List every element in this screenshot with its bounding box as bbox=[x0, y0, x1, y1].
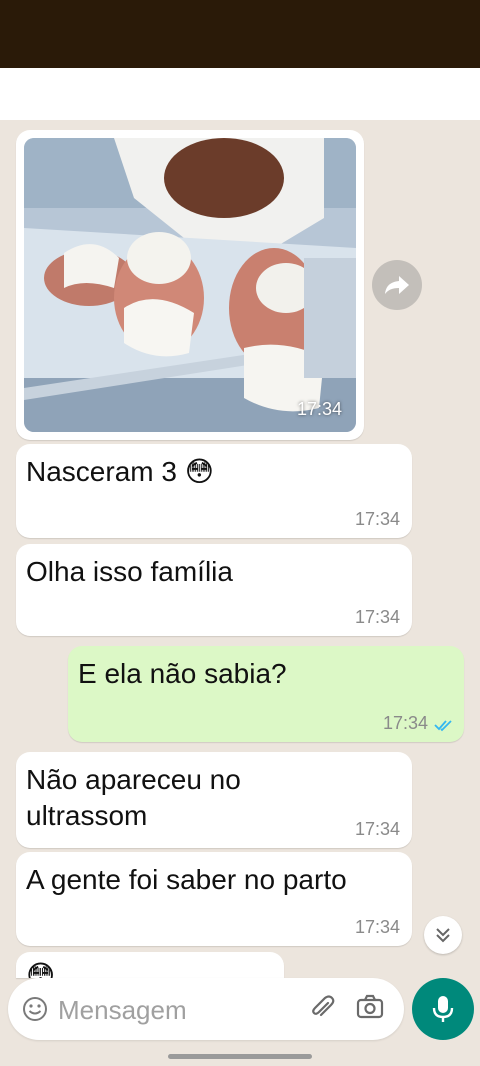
scroll-down-icon bbox=[436, 928, 450, 943]
message-text: 😳 bbox=[26, 960, 56, 978]
message-text: E ela não sabia? bbox=[78, 658, 287, 689]
voice-message-button[interactable] bbox=[412, 978, 474, 1040]
message-text: Não apareceu no ultrassom bbox=[26, 764, 241, 831]
message-time: 17:34 bbox=[354, 509, 400, 529]
image-message[interactable]: 17:34 bbox=[16, 130, 364, 440]
previous-message-area bbox=[0, 68, 480, 120]
message-bubble-incoming[interactable]: Nasceram 3 😳 17:34 bbox=[16, 444, 412, 538]
forward-icon bbox=[385, 276, 409, 294]
message-text: Nasceram 3 😳 bbox=[26, 456, 214, 487]
message-bubble-outgoing[interactable]: E ela não sabia? 17:34 bbox=[68, 646, 464, 742]
attach-icon bbox=[312, 995, 335, 1017]
message-bubble-incoming[interactable]: Não apareceu no ultrassom 17:34 bbox=[16, 752, 412, 848]
message-input[interactable] bbox=[56, 992, 280, 1028]
attach-button[interactable] bbox=[308, 994, 336, 1027]
image-timestamp: 17:34 bbox=[296, 399, 342, 419]
mic-icon bbox=[432, 996, 454, 1022]
message-bubble-incoming-partial[interactable]: 😳 bbox=[16, 952, 284, 978]
camera-button[interactable] bbox=[356, 994, 384, 1025]
message-text: Olha isso família bbox=[26, 556, 233, 587]
message-composer bbox=[8, 978, 404, 1040]
double-check-icon bbox=[434, 720, 452, 732]
scroll-to-bottom-button[interactable] bbox=[424, 916, 462, 954]
message-time: 17:34 bbox=[354, 607, 400, 627]
message-time: 17:34 bbox=[354, 917, 400, 937]
message-bubble-incoming[interactable]: Olha isso família 17:34 bbox=[16, 544, 412, 636]
message-time: 17:34 bbox=[354, 819, 400, 839]
emoji-icon bbox=[23, 997, 47, 1021]
emoji-button[interactable] bbox=[22, 996, 48, 1027]
message-bubble-incoming[interactable]: A gente foi saber no parto 17:34 bbox=[16, 852, 412, 946]
message-time: 17:34 bbox=[382, 713, 428, 733]
newborns-photo[interactable]: 17:34 bbox=[24, 138, 356, 432]
status-bar bbox=[0, 0, 480, 68]
camera-icon bbox=[356, 994, 384, 1019]
forward-button[interactable] bbox=[372, 260, 422, 310]
home-gesture-handle[interactable] bbox=[168, 1054, 312, 1059]
navigation-bar bbox=[0, 1044, 480, 1066]
message-text: A gente foi saber no parto bbox=[26, 864, 347, 895]
